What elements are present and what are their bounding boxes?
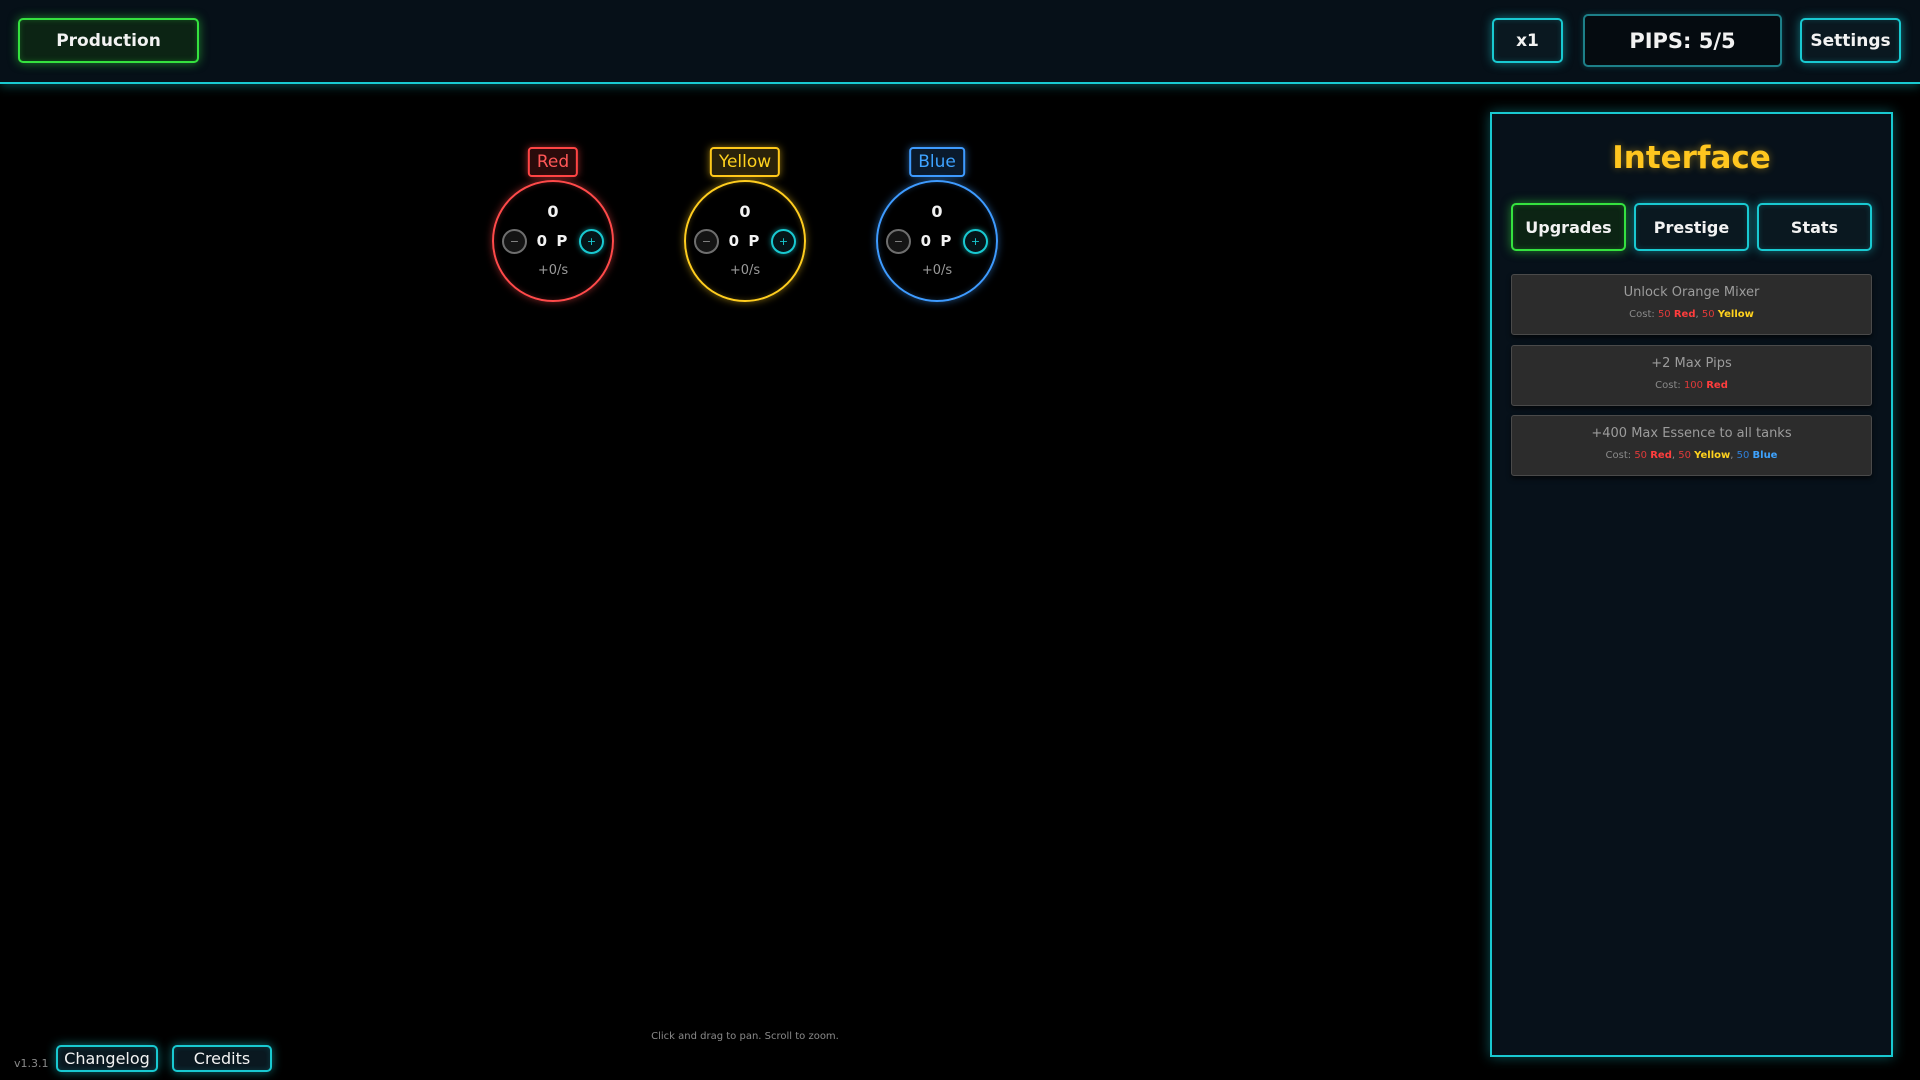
tank-label-yellow: Yellow [709,147,781,177]
tank-rate: +0/s [537,263,569,278]
upgrade-name: +2 Max Pips [1651,356,1732,371]
tank-red: Red 0 − 0 P + +0/s [492,147,614,307]
tank-blue: Blue 0 − 0 P + +0/s [876,147,998,307]
tank-yellow: Yellow 0 − 0 P + +0/s [684,147,806,307]
tab-upgrades[interactable]: Upgrades [1511,203,1626,251]
upgrade-name: +400 Max Essence to all tanks [1591,426,1792,441]
tank-label-blue: Blue [909,147,965,177]
plus-icon: + [970,235,981,248]
tank-ring-blue[interactable]: 0 − 0 P + +0/s [876,180,998,302]
production-button[interactable]: Production [18,18,199,63]
tank-ring-red[interactable]: 0 − 0 P + +0/s [492,180,614,302]
changelog-button[interactable]: Changelog [56,1045,158,1072]
interface-panel: Interface Upgrades Prestige Stats Unlock… [1490,112,1893,1057]
tank-amount: 0 [931,202,943,221]
upgrade-max-pips[interactable]: +2 Max Pips Cost: 100 Red [1511,345,1872,406]
tank-amount: 0 [739,202,751,221]
pips-counter: PIPS: 5/5 [1583,14,1782,67]
add-pip-button[interactable]: + [579,229,604,254]
upgrade-unlock-orange-mixer[interactable]: Unlock Orange Mixer Cost: 50 Red, 50 Yel… [1511,274,1872,335]
tab-prestige[interactable]: Prestige [1634,203,1749,251]
multiplier-button[interactable]: x1 [1492,18,1563,63]
plus-icon: + [586,235,597,248]
add-pip-button[interactable]: + [963,229,988,254]
upgrade-cost: Cost: 100 Red [1655,380,1728,391]
upgrade-max-essence[interactable]: +400 Max Essence to all tanks Cost: 50 R… [1511,415,1872,476]
tank-rate: +0/s [921,263,953,278]
top-bar: Production x1 PIPS: 5/5 Settings [0,0,1920,84]
pan-zoom-hint: Click and drag to pan. Scroll to zoom. [651,1031,839,1042]
upgrade-name: Unlock Orange Mixer [1623,285,1760,300]
upgrade-cost: Cost: 50 Red, 50 Yellow [1629,309,1754,320]
upgrade-cost: Cost: 50 Red, 50 Yellow, 50 Blue [1605,450,1778,461]
tab-stats[interactable]: Stats [1757,203,1872,251]
credits-button[interactable]: Credits [172,1045,272,1072]
tank-amount: 0 [547,202,559,221]
plus-icon: + [778,235,789,248]
version-label: v1.3.1 [14,1057,49,1070]
settings-button[interactable]: Settings [1800,18,1901,63]
panel-title: Interface [1612,140,1771,176]
tank-label-red: Red [527,147,579,177]
tank-ring-yellow[interactable]: 0 − 0 P + +0/s [684,180,806,302]
add-pip-button[interactable]: + [771,229,796,254]
tank-rate: +0/s [729,263,761,278]
